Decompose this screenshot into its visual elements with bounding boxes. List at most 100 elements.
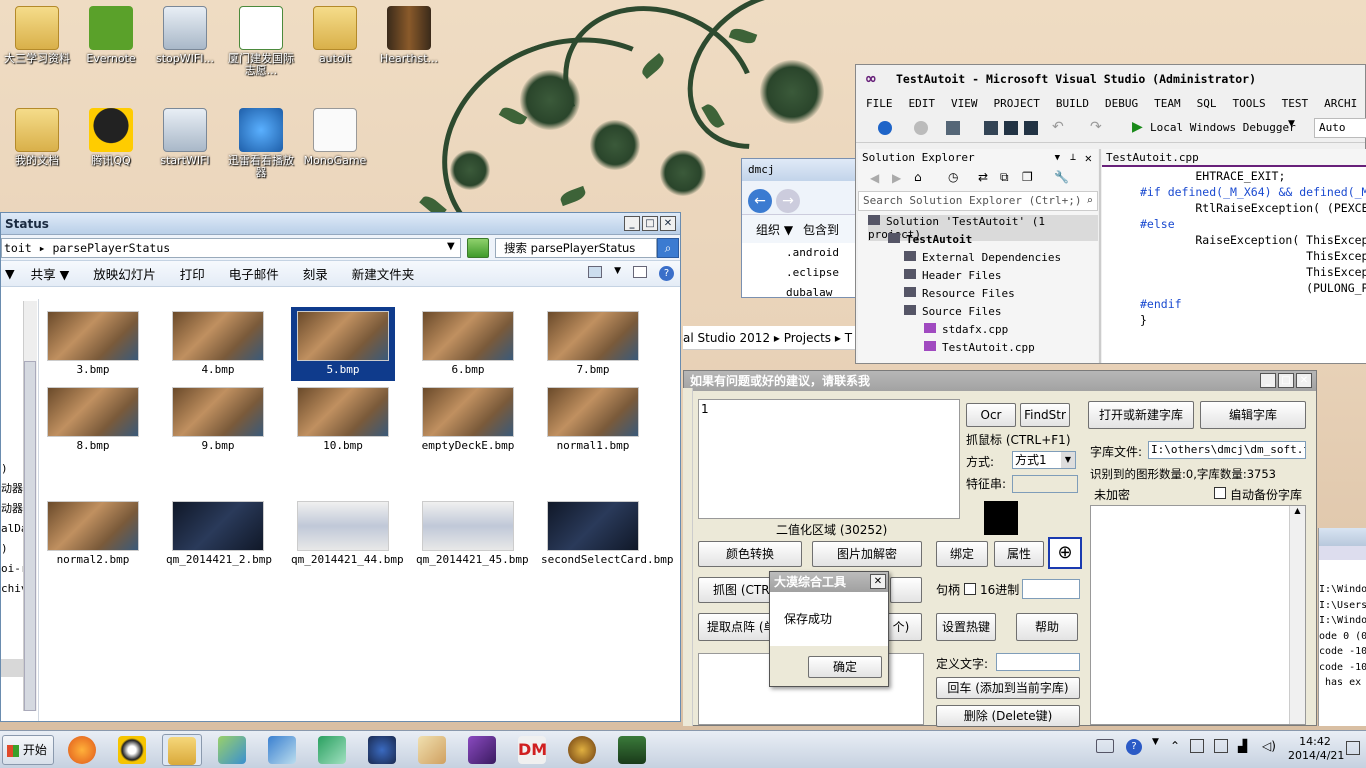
redo-icon[interactable]: ↷	[1090, 119, 1102, 135]
save-dialog[interactable]: 大漠综合工具 ✕ 保存成功 确定	[769, 571, 889, 687]
file-thumbnail[interactable]: 7.bmp	[541, 307, 645, 381]
toolbar-item[interactable]: 打印	[168, 264, 217, 283]
desktop-icon[interactable]: Hearthst...	[372, 6, 446, 65]
vs-titlebar[interactable]: ∞ TestAutoit - Microsoft Visual Studio (…	[856, 65, 1365, 93]
search-input[interactable]: 搜索 parsePlayerStatus	[495, 238, 657, 258]
feiq-taskbar-button[interactable]	[262, 734, 302, 766]
search-icon[interactable]: ⌕	[657, 238, 679, 258]
edit-library-button[interactable]: 编辑字库	[1200, 401, 1306, 429]
terminal-taskbar-button[interactable]	[612, 734, 652, 766]
file-thumbnail[interactable]: 10.bmp	[291, 383, 395, 457]
file-thumbnail[interactable]: 4.bmp	[166, 307, 270, 381]
help-icon[interactable]: ?	[1126, 739, 1142, 755]
forward-icon[interactable]	[914, 121, 928, 135]
menu-item[interactable]: PROJECT	[986, 93, 1048, 115]
clock-icon[interactable]: ◷	[948, 170, 958, 184]
minimize-button[interactable]: _	[624, 216, 640, 231]
dmcj-toolbar-item[interactable]: 组织 ▼	[756, 221, 793, 238]
wrench-icon[interactable]: 🔧	[1054, 170, 1069, 184]
views-icon[interactable]	[588, 266, 603, 278]
file-thumbnail[interactable]: 9.bmp	[166, 383, 270, 457]
pane-splitter[interactable]	[1099, 149, 1101, 363]
undo-icon[interactable]: ↶	[1052, 119, 1064, 135]
back-icon[interactable]: ◀	[870, 171, 879, 185]
file-thumbnail[interactable]: 8.bmp	[41, 383, 145, 457]
hearthstone-taskbar-button[interactable]	[562, 734, 602, 766]
tree-item[interactable]: Header Files	[904, 269, 1001, 282]
tree-item[interactable]: stdafx.cpp	[924, 323, 1008, 336]
maxthon-taskbar-button[interactable]	[312, 734, 352, 766]
config-select[interactable]: Auto	[1314, 118, 1366, 138]
toolbar-item[interactable]: 刻录	[291, 264, 340, 283]
help-icon[interactable]: ?	[659, 266, 674, 281]
file-thumbnail[interactable]: secondSelectCard.bmp	[541, 497, 673, 579]
file-thumbnail[interactable]: normal2.bmp	[41, 497, 145, 579]
file-thumbnail[interactable]: qm_2014421_2.bmp	[166, 497, 272, 579]
code-editor[interactable]: TestAutoit.cpp EHTRACE_EXIT; #if defined(…	[1102, 149, 1366, 363]
close-icon[interactable]: ✕	[1085, 149, 1092, 167]
file-thumbnail[interactable]: normal1.bmp	[541, 383, 645, 457]
dialog-titlebar[interactable]: 大漠综合工具 ✕	[770, 572, 888, 592]
feature-input[interactable]	[1012, 475, 1078, 493]
color-convert-button[interactable]: 颜色转换	[698, 541, 802, 567]
toolbar-item[interactable]: 新建文件夹	[340, 264, 427, 283]
menu-item[interactable]: BUILD	[1048, 93, 1097, 115]
open-library-button[interactable]: 打开或新建字库	[1088, 401, 1194, 429]
close-button[interactable]: ✕	[660, 216, 676, 231]
text-area[interactable]: 1	[698, 399, 960, 519]
result-scrollbar[interactable]: ▲	[1289, 506, 1305, 724]
start-button[interactable]: 开始	[2, 735, 54, 765]
tree-item[interactable]: TestAutoit	[888, 233, 972, 246]
tree-item[interactable]: External Dependencies	[904, 251, 1061, 264]
define-text-input[interactable]	[996, 653, 1080, 671]
tree-item[interactable]: Resource Files	[904, 287, 1015, 300]
nav-selected-item[interactable]	[1, 659, 23, 677]
qq-taskbar-button[interactable]	[112, 734, 152, 766]
keyboard-icon[interactable]	[1096, 739, 1114, 753]
pin-icon[interactable]: ⊥	[1070, 149, 1076, 167]
debugger-button[interactable]: Local Windows Debugger	[1150, 121, 1296, 134]
list-item[interactable]: .eclipse	[786, 263, 860, 283]
preview-pane-icon[interactable]	[633, 266, 647, 278]
list-item[interactable]: dubalaw	[786, 283, 860, 303]
save-all-icon[interactable]	[1024, 121, 1038, 135]
collapse-icon[interactable]: ⧉	[1000, 170, 1009, 185]
clock[interactable]: 14:42 2014/4/21	[1288, 735, 1344, 763]
handle-input[interactable]	[1022, 579, 1080, 599]
forward-icon[interactable]: ▶	[892, 171, 901, 185]
dmcj-toolbar-item[interactable]: 包含到	[803, 221, 839, 238]
ok-button[interactable]: 确定	[808, 656, 882, 678]
menu-item[interactable]: ARCHI	[1316, 93, 1365, 115]
menu-item[interactable]: TEST	[1274, 93, 1317, 115]
tree-item[interactable]: Source Files	[904, 305, 1001, 318]
explorer-taskbar-button[interactable]	[162, 734, 202, 766]
desktop-icon[interactable]: 大三学习资料	[0, 6, 74, 65]
delete-button[interactable]: 删除 (Delete键)	[936, 705, 1080, 727]
open-icon[interactable]	[984, 121, 998, 135]
result-list[interactable]: ▲	[1090, 505, 1306, 725]
crosshair-icon[interactable]: ⊕	[1048, 537, 1082, 569]
file-thumbnail[interactable]: qm_2014421_44.bmp	[291, 497, 404, 579]
image-decrypt-button[interactable]: 图片加解密	[812, 541, 922, 567]
capture-button-tail[interactable]	[890, 577, 922, 603]
refresh-icon[interactable]	[467, 238, 489, 258]
file-thumbnail[interactable]: qm_2014421_45.bmp	[416, 497, 529, 579]
maximize-button[interactable]: □	[1278, 373, 1294, 388]
show-hidden-icon[interactable]: ⌃	[1170, 739, 1180, 753]
library-file-input[interactable]: I:\others\dmcj\dm_soft.txt	[1148, 441, 1306, 459]
desktop-icon[interactable]: 腾讯QQ	[74, 108, 148, 167]
visual-studio-window[interactable]: ∞ TestAutoit - Microsoft Visual Studio (…	[855, 64, 1366, 364]
back-icon[interactable]	[878, 121, 892, 135]
dmcj-window[interactable]: dmcj ← → 组织 ▼ 包含到 .android .eclipse dubalaw	[741, 158, 861, 299]
list-item[interactable]: .android	[786, 243, 860, 263]
desktop-icon[interactable]: Evernote	[74, 6, 148, 65]
menu-item[interactable]: TOOLS	[1224, 93, 1273, 115]
dm-titlebar[interactable]: 如果有问题或好的建议，请联系我 _ □ ✕	[684, 371, 1316, 391]
menu-item[interactable]: DEBUG	[1097, 93, 1146, 115]
action-center-icon[interactable]	[1346, 741, 1360, 755]
play-icon[interactable]: ▶	[1132, 119, 1143, 135]
paint-taskbar-button[interactable]	[412, 734, 452, 766]
usb-icon[interactable]	[1190, 739, 1204, 753]
minimize-button[interactable]: _	[1260, 373, 1276, 388]
new-project-icon[interactable]	[946, 121, 960, 135]
